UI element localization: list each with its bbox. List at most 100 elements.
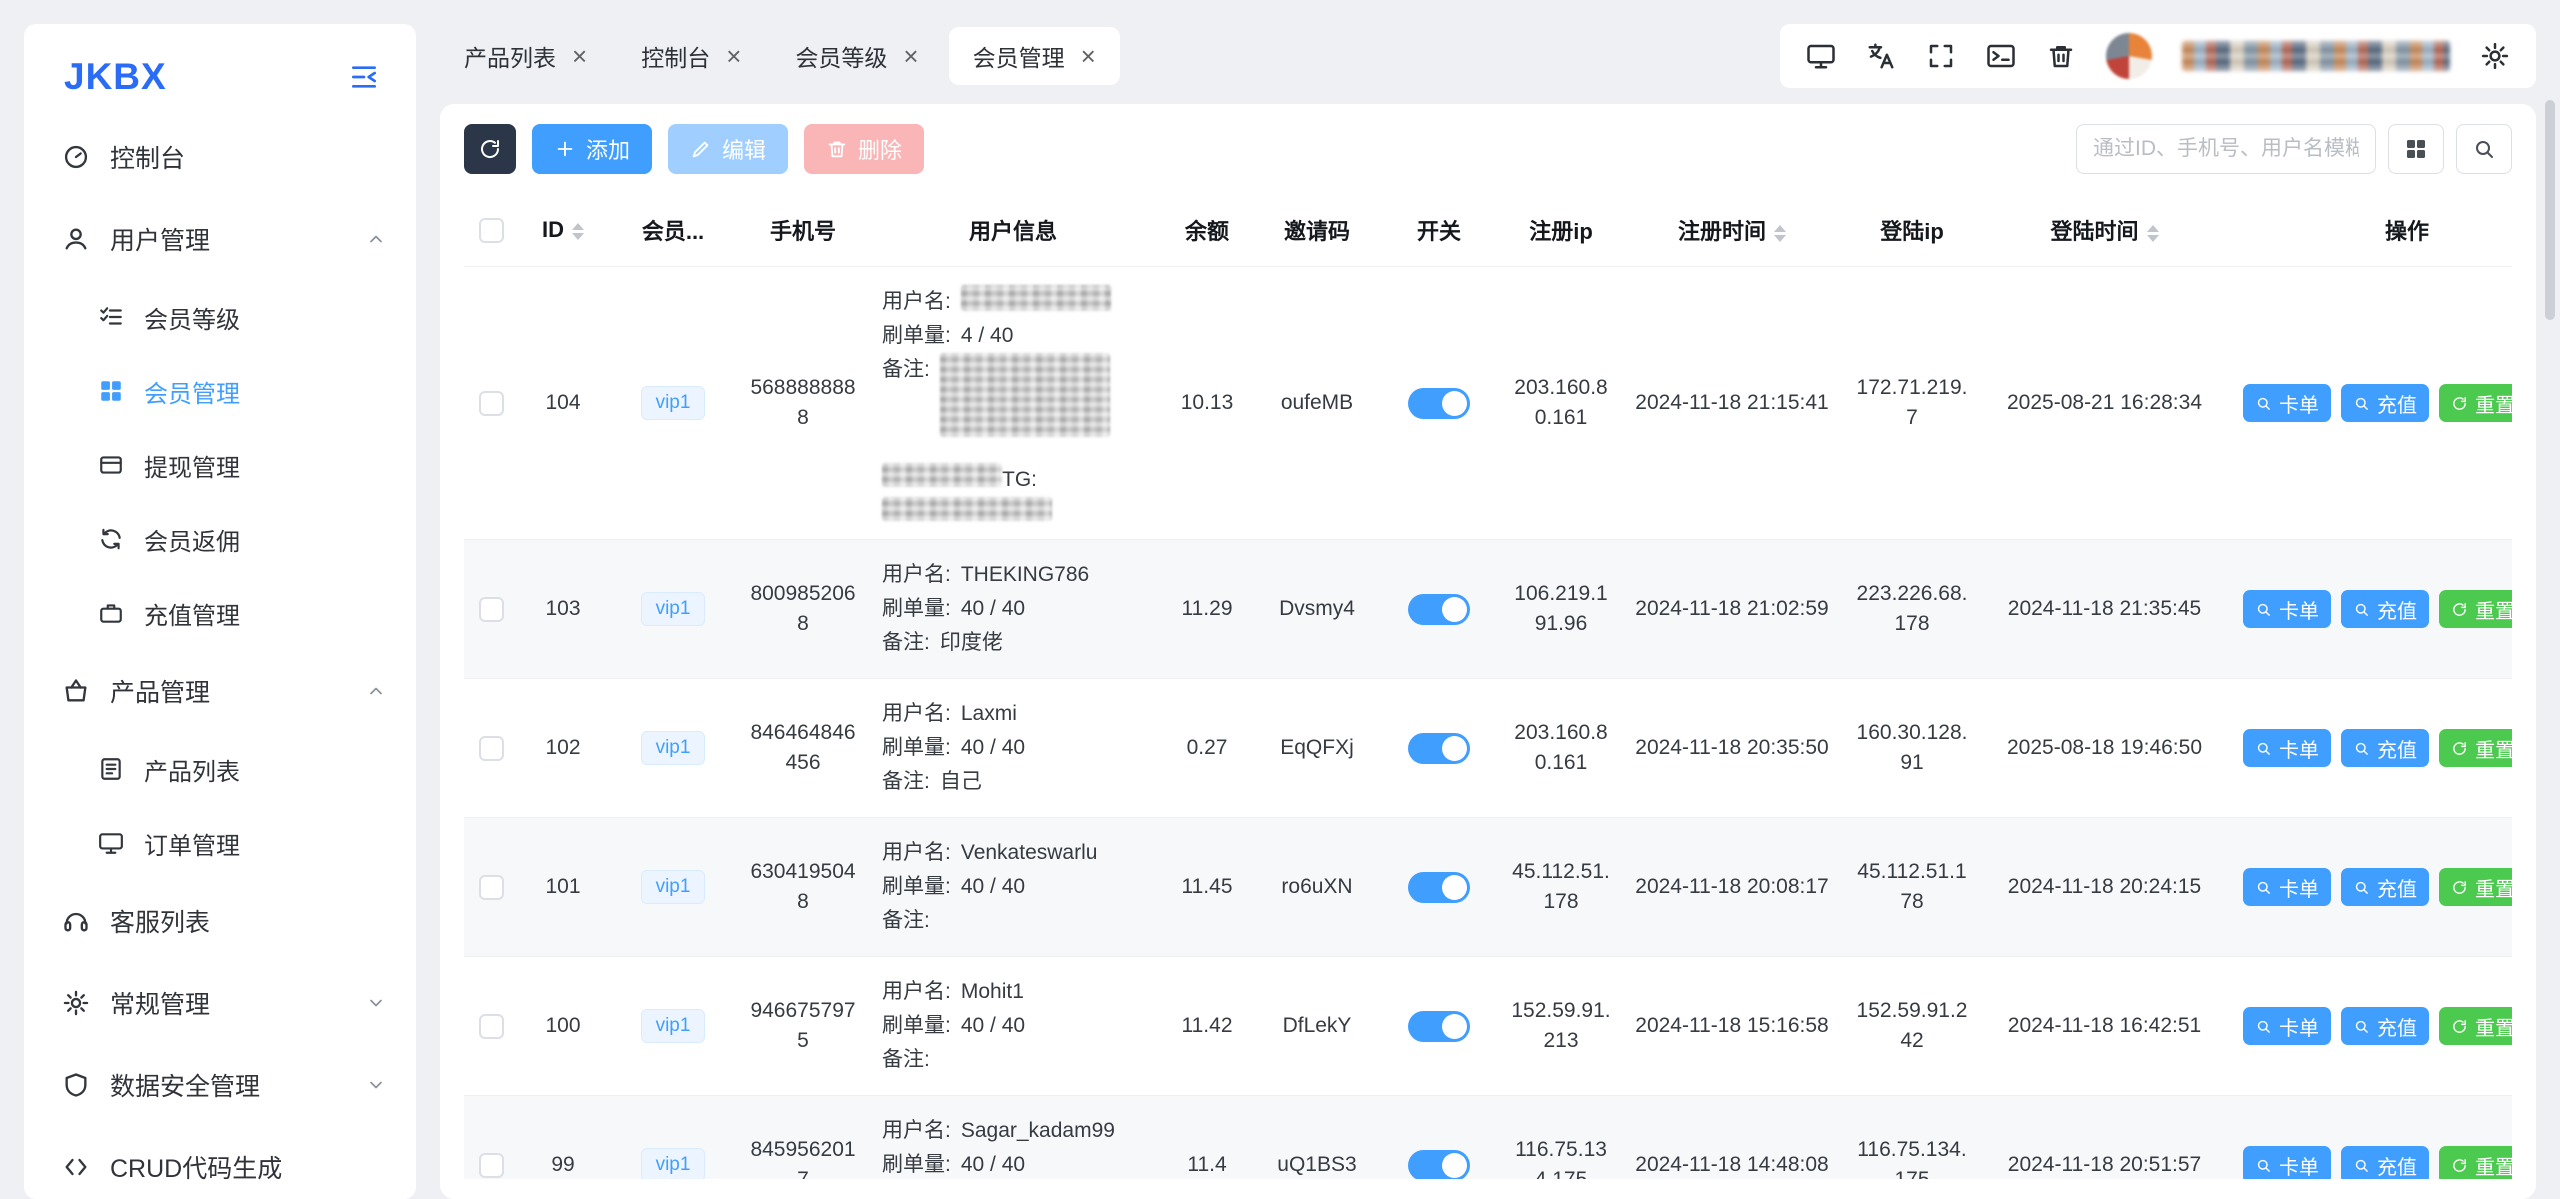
cell-register-ip: 45.112.51.178 <box>1500 818 1622 957</box>
chevron-down-icon <box>366 993 386 1013</box>
sidebar-item-console[interactable]: 控制台 <box>36 116 404 198</box>
action-recharge-button[interactable]: 充值 <box>2341 868 2429 906</box>
sidebar-item-product-list[interactable]: 产品列表 <box>36 732 404 806</box>
level-badge: vip1 <box>641 870 706 905</box>
action-reset-order-button[interactable]: 重置订单 <box>2439 384 2512 422</box>
page-scrollbar[interactable] <box>2545 100 2555 320</box>
close-icon[interactable]: × <box>1081 43 1096 69</box>
refresh-button[interactable] <box>464 124 516 174</box>
cell-phone: 9466757975 <box>738 957 868 1096</box>
status-switch[interactable] <box>1408 388 1470 419</box>
action-reset-order-button[interactable]: 重置订单 <box>2439 1146 2512 1179</box>
sidebar-item-withdraw-management[interactable]: 提现管理 <box>36 428 404 502</box>
close-icon[interactable]: × <box>572 43 587 69</box>
sidebar-item-crud-generator[interactable]: CRUD代码生成 <box>36 1126 404 1199</box>
search-input[interactable] <box>2076 124 2376 174</box>
tab-member-level[interactable]: 会员等级× <box>771 27 942 85</box>
cell-login-ip: 160.30.128.91 <box>1842 679 1982 818</box>
terminal-icon[interactable] <box>1986 41 2016 71</box>
column-header-reg-time[interactable]: 注册时间 <box>1622 194 1842 267</box>
action-reset-order-button[interactable]: 重置订单 <box>2439 729 2512 767</box>
sidebar-item-general-management[interactable]: 常规管理 <box>36 962 404 1044</box>
cell-invite-code: uQ1BS3 <box>1256 1096 1378 1180</box>
cell-register-ip: 116.75.134.175 <box>1500 1096 1622 1180</box>
sidebar-item-member-commission[interactable]: 会员返佣 <box>36 502 404 576</box>
action-recharge-button[interactable]: 充值 <box>2341 384 2429 422</box>
search-button[interactable] <box>2456 124 2512 174</box>
row-checkbox[interactable] <box>479 875 504 900</box>
sort-icon[interactable] <box>2147 225 2159 242</box>
action-recharge-button[interactable]: 充值 <box>2341 590 2429 628</box>
status-switch[interactable] <box>1408 872 1470 903</box>
info-label: 用户名: <box>882 975 951 1009</box>
row-checkbox[interactable] <box>479 597 504 622</box>
row-checkbox[interactable] <box>479 1014 504 1039</box>
sort-icon[interactable] <box>572 223 584 240</box>
sidebar-item-label: 客服列表 <box>110 903 210 939</box>
status-switch[interactable] <box>1408 1011 1470 1042</box>
action-card-order-button[interactable]: 卡单 <box>2243 729 2331 767</box>
column-settings-button[interactable] <box>2388 124 2444 174</box>
row-checkbox[interactable] <box>479 391 504 416</box>
sidebar-item-recharge-management[interactable]: 充值管理 <box>36 576 404 650</box>
action-card-order-button[interactable]: 卡单 <box>2243 1146 2331 1179</box>
status-switch[interactable] <box>1408 594 1470 625</box>
column-header-id[interactable]: ID <box>518 194 608 267</box>
sidebar-item-user-management[interactable]: 用户管理 <box>36 198 404 280</box>
action-reset-order-button[interactable]: 重置订单 <box>2439 1007 2512 1045</box>
sidebar-item-data-security[interactable]: 数据安全管理 <box>36 1044 404 1126</box>
cell-level: vip1 <box>608 267 738 540</box>
cell-actions: 卡单充值重置订单 <box>2227 267 2512 540</box>
action-card-order-button[interactable]: 卡单 <box>2243 590 2331 628</box>
row-checkbox[interactable] <box>479 736 504 761</box>
edit-button[interactable]: 编辑 <box>668 124 788 174</box>
info-label: 刷单量: <box>882 870 951 904</box>
action-recharge-button[interactable]: 充值 <box>2341 729 2429 767</box>
row-checkbox[interactable] <box>479 1153 504 1178</box>
fullscreen-icon[interactable] <box>1926 41 1956 71</box>
action-reset-order-button[interactable]: 重置订单 <box>2439 868 2512 906</box>
list-icon <box>98 756 124 782</box>
sidebar-item-service-list[interactable]: 客服列表 <box>36 880 404 962</box>
close-icon[interactable]: × <box>903 43 918 69</box>
cell-invite-code: ro6uXN <box>1256 818 1378 957</box>
tab-member-management[interactable]: 会员管理 × <box>949 27 1120 85</box>
avatar[interactable] <box>2106 33 2152 79</box>
delete-button[interactable]: 删除 <box>804 124 924 174</box>
tab-product-list[interactable]: 产品列表× <box>440 27 611 85</box>
sidebar-item-label: 会员返佣 <box>144 522 240 557</box>
action-reset-order-button[interactable]: 重置订单 <box>2439 590 2512 628</box>
cell-switch <box>1378 267 1500 540</box>
column-header-label: 操作 <box>2385 219 2429 244</box>
column-header-label: 手机号 <box>770 219 836 244</box>
action-button-label: 充值 <box>2377 873 2417 902</box>
close-icon[interactable]: × <box>726 43 741 69</box>
column-header-login-ip: 登陆ip <box>1842 194 1982 267</box>
monitor-icon[interactable] <box>1806 41 1836 71</box>
table-row: 102vip1846464846456用户名:Laxmi刷单量:40 / 40备… <box>464 679 2512 818</box>
sidebar-item-order-management[interactable]: 订单管理 <box>36 806 404 880</box>
action-recharge-button[interactable]: 充值 <box>2341 1007 2429 1045</box>
translate-icon[interactable] <box>1866 41 1896 71</box>
cell-register-time: 2024-11-18 21:02:59 <box>1622 540 1842 679</box>
action-recharge-button[interactable]: 充值 <box>2341 1146 2429 1179</box>
status-switch[interactable] <box>1408 733 1470 764</box>
sidebar-item-product-management[interactable]: 产品管理 <box>36 650 404 732</box>
settings-gear-icon[interactable] <box>2480 41 2510 71</box>
collapse-sidebar-icon[interactable] <box>348 61 380 93</box>
sidebar-item-member-level[interactable]: 会员等级 <box>36 280 404 354</box>
tab-console[interactable]: 控制台× <box>617 27 765 85</box>
add-button[interactable]: 添加 <box>532 124 652 174</box>
tab-label: 会员管理 <box>973 39 1065 73</box>
select-all-checkbox[interactable] <box>479 218 504 243</box>
column-header-login-time[interactable]: 登陆时间 <box>1982 194 2227 267</box>
sidebar-item-member-management[interactable]: 会员管理 <box>36 354 404 428</box>
status-switch[interactable] <box>1408 1150 1470 1180</box>
sidebar-item-label: 用户管理 <box>110 221 210 257</box>
action-card-order-button[interactable]: 卡单 <box>2243 384 2331 422</box>
sort-icon[interactable] <box>1774 225 1786 242</box>
action-card-order-button[interactable]: 卡单 <box>2243 1007 2331 1045</box>
clear-cache-icon[interactable] <box>2046 41 2076 71</box>
action-card-order-button[interactable]: 卡单 <box>2243 868 2331 906</box>
cell-login-time: 2024-11-18 16:42:51 <box>1982 957 2227 1096</box>
